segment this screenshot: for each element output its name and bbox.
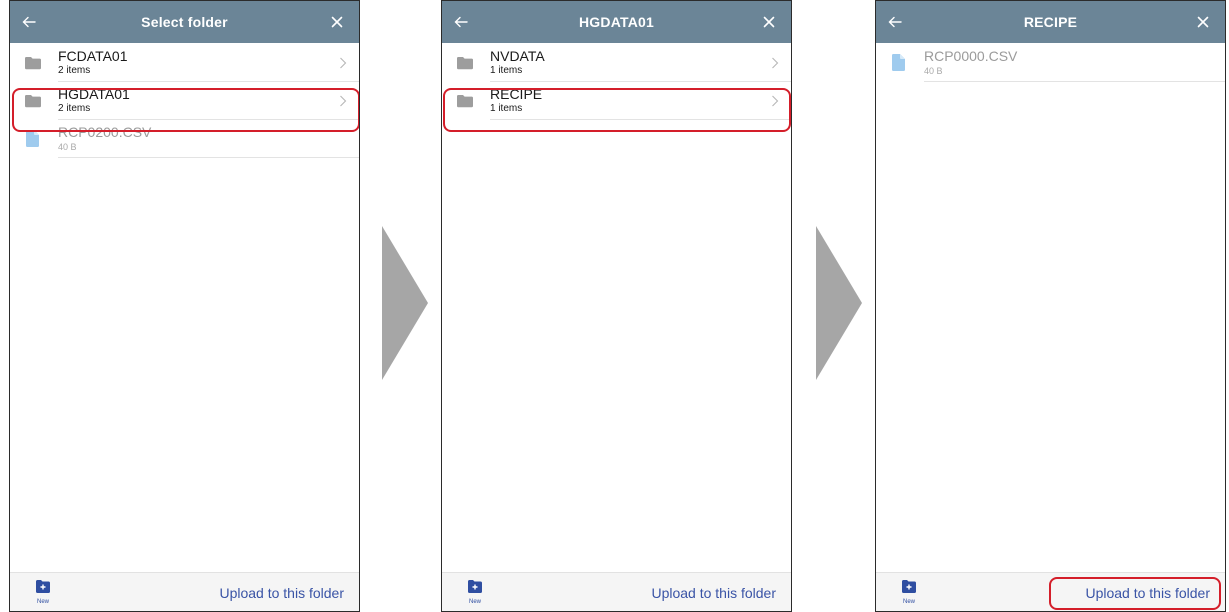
arrow-left-icon	[888, 16, 902, 28]
header-bar: Select folder	[10, 1, 359, 43]
close-icon	[331, 16, 343, 28]
bottom-toolbar: New Upload to this folder	[442, 572, 791, 611]
close-icon	[763, 16, 775, 28]
arrow-left-icon	[454, 16, 468, 28]
close-icon	[1197, 16, 1209, 28]
page-title: Select folder	[141, 14, 228, 30]
row-divider	[490, 119, 791, 120]
item-name: NVDATA	[490, 48, 545, 64]
header-bar: HGDATA01	[442, 1, 791, 43]
step-arrow-icon	[816, 226, 862, 380]
file-list: RCP0000.CSV 40 B	[876, 44, 1225, 82]
bottom-toolbar: New Upload to this folder	[10, 572, 359, 611]
chevron-right-icon	[340, 95, 347, 107]
item-name: HGDATA01	[58, 86, 130, 102]
folder-icon	[25, 95, 41, 108]
row-divider	[924, 81, 1225, 82]
file-item-rcp0200: RCP0200.CSV 40 B	[10, 120, 359, 158]
chevron-right-icon	[772, 57, 779, 69]
close-button[interactable]	[325, 10, 349, 34]
file-item-rcp0000: RCP0000.CSV 40 B	[876, 44, 1225, 82]
folder-icon	[457, 95, 473, 108]
folder-item-fcdata01[interactable]: FCDATA01 2 items	[10, 44, 359, 82]
new-folder-icon	[902, 580, 916, 593]
screen-recipe: RECIPE RCP0000.CSV 40 B New Upload to th…	[875, 0, 1226, 612]
folder-icon	[457, 57, 473, 70]
page-title: HGDATA01	[579, 14, 654, 30]
bottom-toolbar: New Upload to this folder	[876, 572, 1225, 611]
upload-to-folder-button[interactable]: Upload to this folder	[1085, 573, 1210, 611]
new-label: New	[36, 599, 49, 605]
file-list: FCDATA01 2 items HGDATA01 2 items RCP020…	[10, 44, 359, 158]
file-icon	[892, 54, 905, 71]
screen-select-folder: Select folder FCDATA01 2 items HGDATA01 …	[9, 0, 360, 612]
back-button[interactable]	[883, 10, 907, 34]
new-folder-button[interactable]: New	[898, 580, 928, 610]
chevron-right-icon	[340, 57, 347, 69]
new-folder-button[interactable]: New	[32, 580, 62, 610]
item-count: 1 items	[490, 65, 523, 76]
item-name: RECIPE	[490, 86, 543, 102]
close-button[interactable]	[757, 10, 781, 34]
header-bar: RECIPE	[876, 1, 1225, 43]
item-name: RCP0000.CSV	[924, 48, 1018, 64]
folder-item-recipe[interactable]: RECIPE 1 items	[442, 82, 791, 120]
arrow-left-icon	[22, 16, 36, 28]
upload-to-folder-button[interactable]: Upload to this folder	[219, 573, 344, 611]
item-size: 40 B	[924, 66, 943, 76]
row-divider	[58, 157, 359, 158]
step-arrow-icon	[382, 226, 428, 380]
new-label: New	[902, 599, 915, 605]
chevron-right-icon	[772, 95, 779, 107]
close-button[interactable]	[1191, 10, 1215, 34]
new-folder-button[interactable]: New	[464, 580, 494, 610]
new-label: New	[468, 599, 481, 605]
item-count: 2 items	[58, 103, 91, 114]
item-name: RCP0200.CSV	[58, 124, 152, 140]
back-button[interactable]	[17, 10, 41, 34]
upload-to-folder-button[interactable]: Upload to this folder	[651, 573, 776, 611]
screen-hgdata01: HGDATA01 NVDATA 1 items RECIPE 1 items N…	[441, 0, 792, 612]
file-icon	[26, 130, 39, 147]
item-size: 40 B	[58, 142, 77, 152]
back-button[interactable]	[449, 10, 473, 34]
new-folder-icon	[36, 580, 50, 593]
new-folder-icon	[468, 580, 482, 593]
item-count: 1 items	[490, 103, 523, 114]
item-name: FCDATA01	[58, 48, 128, 64]
folder-item-hgdata01[interactable]: HGDATA01 2 items	[10, 82, 359, 120]
item-count: 2 items	[58, 65, 91, 76]
folder-item-nvdata[interactable]: NVDATA 1 items	[442, 44, 791, 82]
page-title: RECIPE	[1023, 14, 1078, 30]
folder-icon	[25, 57, 41, 70]
file-list: NVDATA 1 items RECIPE 1 items	[442, 44, 791, 120]
